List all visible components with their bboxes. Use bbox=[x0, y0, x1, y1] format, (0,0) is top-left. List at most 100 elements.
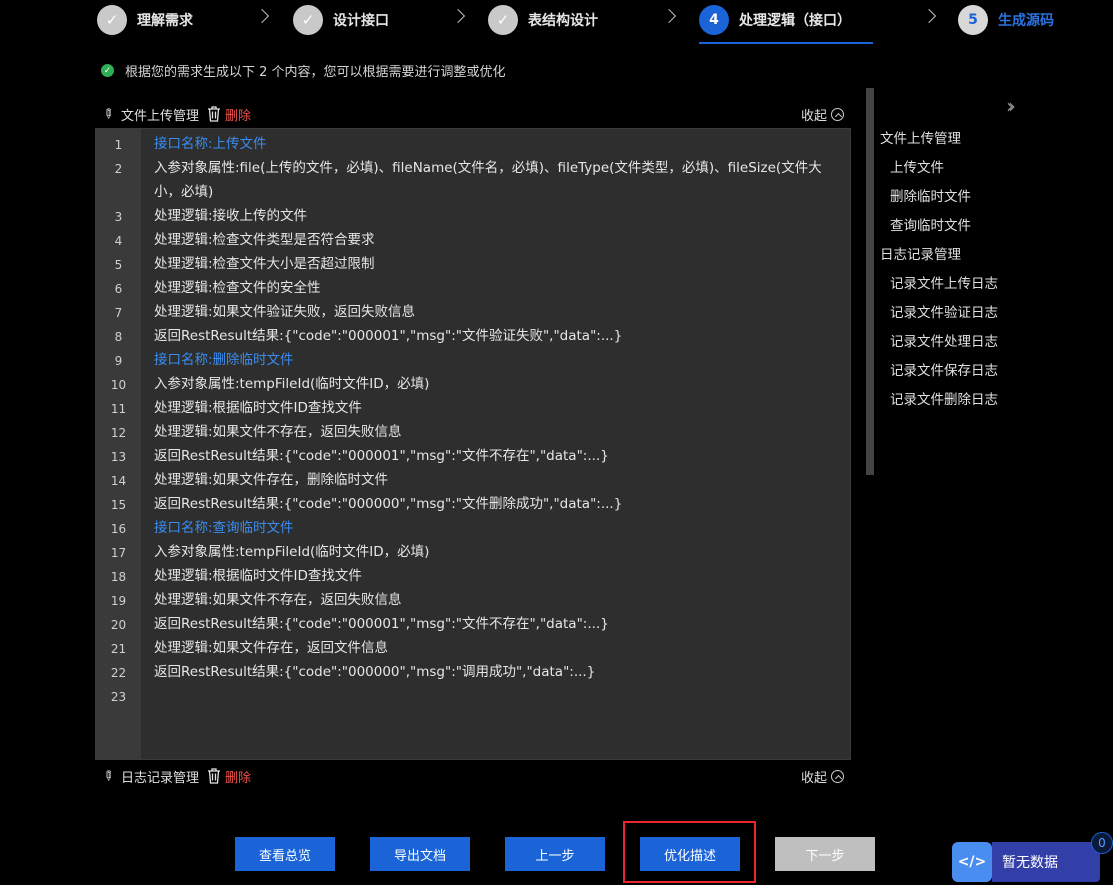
code-line[interactable]: 22 返回RestResult结果:{"code":"000000","msg":… bbox=[96, 660, 850, 684]
code-line[interactable]: 8 返回RestResult结果:{"code":"000001","msg":"… bbox=[96, 324, 850, 348]
code-line[interactable]: 20 返回RestResult结果:{"code":"000001","msg":… bbox=[96, 612, 850, 636]
line-number: 21 bbox=[110, 642, 127, 656]
code-line[interactable]: 6 处理逻辑:检查文件的安全性 bbox=[96, 276, 850, 300]
line-number: 9 bbox=[114, 354, 123, 368]
outline-item[interactable]: 删除临时文件 bbox=[880, 186, 998, 215]
outline-item[interactable]: 记录文件上传日志 bbox=[880, 273, 998, 302]
code-line[interactable]: 10 入参对象属性:tempFileId(临时文件ID，必填) bbox=[96, 372, 850, 396]
pin-icon[interactable]: ✎ bbox=[97, 103, 120, 126]
step-4[interactable]: 4 处理逻辑（接口） bbox=[699, 5, 851, 35]
line-number: 14 bbox=[110, 474, 127, 488]
code-line-text: 处理逻辑:如果文件验证失败，返回失败信息 bbox=[154, 304, 416, 320]
step-5[interactable]: 5 生成源码 bbox=[958, 5, 1054, 35]
code-icon: </> bbox=[952, 842, 992, 882]
code-line[interactable]: 4 处理逻辑:检查文件类型是否符合要求 bbox=[96, 228, 850, 252]
chevron-up-icon bbox=[831, 108, 844, 121]
code-line-text: 入参对象属性:file(上传的文件，必填)、fileName(文件名，必填)、f… bbox=[154, 160, 822, 200]
code-line[interactable]: 11 处理逻辑:根据临时文件ID查找文件 bbox=[96, 396, 850, 420]
code-line[interactable]: 15 返回RestResult结果:{"code":"000000","msg":… bbox=[96, 492, 850, 516]
code-line[interactable]: 3 处理逻辑:接收上传的文件 bbox=[96, 204, 850, 228]
section-header-file-upload: ✎ 文件上传管理 删除 收起 bbox=[97, 103, 850, 126]
line-number: 10 bbox=[110, 378, 127, 392]
code-editor[interactable]: 1 接口名称:上传文件 2 入参对象属性:file(上传的文件，必填)、fileNam… bbox=[95, 128, 851, 760]
code-line-text: 返回RestResult结果:{"code":"000000","msg":"文… bbox=[154, 496, 623, 512]
collapse-label: 收起 bbox=[800, 771, 827, 786]
step-label: 生成源码 bbox=[998, 13, 1054, 29]
line-number: 6 bbox=[114, 282, 123, 296]
double-chevron-right-icon[interactable]: ›› bbox=[1006, 94, 1016, 118]
outline-item[interactable]: 上传文件 bbox=[880, 157, 998, 186]
section-title: 日志记录管理 bbox=[121, 770, 200, 786]
outline-group[interactable]: 日志记录管理 bbox=[880, 244, 998, 273]
code-line[interactable]: 21 处理逻辑:如果文件存在，返回文件信息 bbox=[96, 636, 850, 660]
vertical-scrollbar[interactable] bbox=[866, 88, 874, 475]
line-number: 19 bbox=[110, 594, 127, 608]
step-2[interactable]: ✓ 设计接口 bbox=[293, 5, 389, 35]
code-line-text: 处理逻辑:根据临时文件ID查找文件 bbox=[154, 400, 362, 416]
code-line[interactable]: 1 接口名称:上传文件 bbox=[96, 132, 850, 156]
step-1[interactable]: ✓ 理解需求 bbox=[97, 5, 193, 35]
code-line-text: 返回RestResult结果:{"code":"000001","msg":"文… bbox=[154, 616, 609, 632]
code-line[interactable]: 23 bbox=[96, 684, 850, 704]
line-number: 8 bbox=[114, 330, 123, 344]
step-3[interactable]: ✓ 表结构设计 bbox=[488, 5, 598, 35]
outline-item[interactable]: 记录文件删除日志 bbox=[880, 389, 998, 418]
line-number: 3 bbox=[114, 210, 123, 224]
code-line[interactable]: 19 处理逻辑:如果文件不存在，返回失败信息 bbox=[96, 588, 850, 612]
code-assistant-widget[interactable]: </> 暂无数据 0 bbox=[952, 832, 1113, 882]
line-number: 15 bbox=[110, 498, 127, 512]
check-icon: ✓ bbox=[488, 5, 518, 35]
code-line-text: 返回RestResult结果:{"code":"000000","msg":"调… bbox=[154, 664, 596, 680]
code-line-text: 入参对象属性:tempFileId(临时文件ID，必填) bbox=[154, 544, 430, 560]
chevron-up-icon bbox=[831, 770, 844, 783]
previous-step-button[interactable]: 上一步 bbox=[505, 837, 605, 871]
line-number: 13 bbox=[110, 450, 127, 464]
code-line[interactable]: 5 处理逻辑:检查文件大小是否超过限制 bbox=[96, 252, 850, 276]
trash-icon[interactable] bbox=[207, 768, 221, 784]
line-number: 20 bbox=[110, 618, 127, 632]
export-document-button[interactable]: 导出文档 bbox=[370, 837, 470, 871]
section-title: 文件上传管理 bbox=[121, 108, 200, 124]
step-number: 4 bbox=[699, 5, 729, 35]
collapse-button[interactable]: 收起 bbox=[801, 767, 844, 786]
section-header-log-record: ✎ 日志记录管理 删除 收起 bbox=[97, 765, 850, 788]
code-line[interactable]: 16 接口名称:查询临时文件 bbox=[96, 516, 850, 540]
view-overview-button[interactable]: 查看总览 bbox=[235, 837, 335, 871]
generation-notice: ✓ 根据您的需求生成以下 2 个内容，您可以根据需要进行调整或优化 bbox=[101, 61, 506, 80]
code-line[interactable]: 17 入参对象属性:tempFileId(临时文件ID，必填) bbox=[96, 540, 850, 564]
pin-icon[interactable]: ✎ bbox=[97, 765, 120, 788]
success-check-icon: ✓ bbox=[101, 64, 114, 77]
notification-badge: 0 bbox=[1091, 832, 1113, 854]
code-line[interactable]: 7 处理逻辑:如果文件验证失败，返回失败信息 bbox=[96, 300, 850, 324]
step-number: 5 bbox=[958, 5, 988, 35]
code-line[interactable]: 9 接口名称:删除临时文件 bbox=[96, 348, 850, 372]
line-number: 2 bbox=[114, 162, 123, 176]
active-step-underline bbox=[699, 42, 873, 44]
trash-icon[interactable] bbox=[207, 106, 221, 122]
delete-button[interactable]: 删除 bbox=[225, 105, 251, 124]
outline-item[interactable]: 记录文件验证日志 bbox=[880, 302, 998, 331]
code-line-text: 处理逻辑:如果文件不存在，返回失败信息 bbox=[154, 424, 402, 440]
code-line[interactable]: 12 处理逻辑:如果文件不存在，返回失败信息 bbox=[96, 420, 850, 444]
code-line[interactable]: 14 处理逻辑:如果文件存在，删除临时文件 bbox=[96, 468, 850, 492]
code-line-text bbox=[141, 684, 850, 704]
outline-group[interactable]: 文件上传管理 bbox=[880, 128, 998, 157]
line-number: 17 bbox=[110, 546, 127, 560]
outline-item[interactable]: 记录文件保存日志 bbox=[880, 360, 998, 389]
code-line-text: 处理逻辑:检查文件的安全性 bbox=[154, 280, 321, 296]
code-line-text: 接口名称:上传文件 bbox=[154, 136, 267, 152]
line-number: 22 bbox=[110, 666, 127, 680]
line-number: 23 bbox=[110, 690, 127, 704]
collapse-button[interactable]: 收起 bbox=[801, 105, 844, 124]
line-number: 4 bbox=[114, 234, 123, 248]
notice-text: 根据您的需求生成以下 2 个内容，您可以根据需要进行调整或优化 bbox=[125, 65, 506, 80]
line-number: 18 bbox=[110, 570, 127, 584]
code-line[interactable]: 18 处理逻辑:根据临时文件ID查找文件 bbox=[96, 564, 850, 588]
delete-button[interactable]: 删除 bbox=[225, 767, 251, 786]
next-step-button[interactable]: 下一步 bbox=[775, 837, 875, 871]
code-line[interactable]: 13 返回RestResult结果:{"code":"000001","msg":… bbox=[96, 444, 850, 468]
outline-item[interactable]: 记录文件处理日志 bbox=[880, 331, 998, 360]
code-line-text: 处理逻辑:如果文件存在，返回文件信息 bbox=[154, 640, 389, 656]
outline-item[interactable]: 查询临时文件 bbox=[880, 215, 998, 244]
code-line[interactable]: 2 入参对象属性:file(上传的文件，必填)、fileName(文件名，必填)、… bbox=[96, 156, 850, 204]
